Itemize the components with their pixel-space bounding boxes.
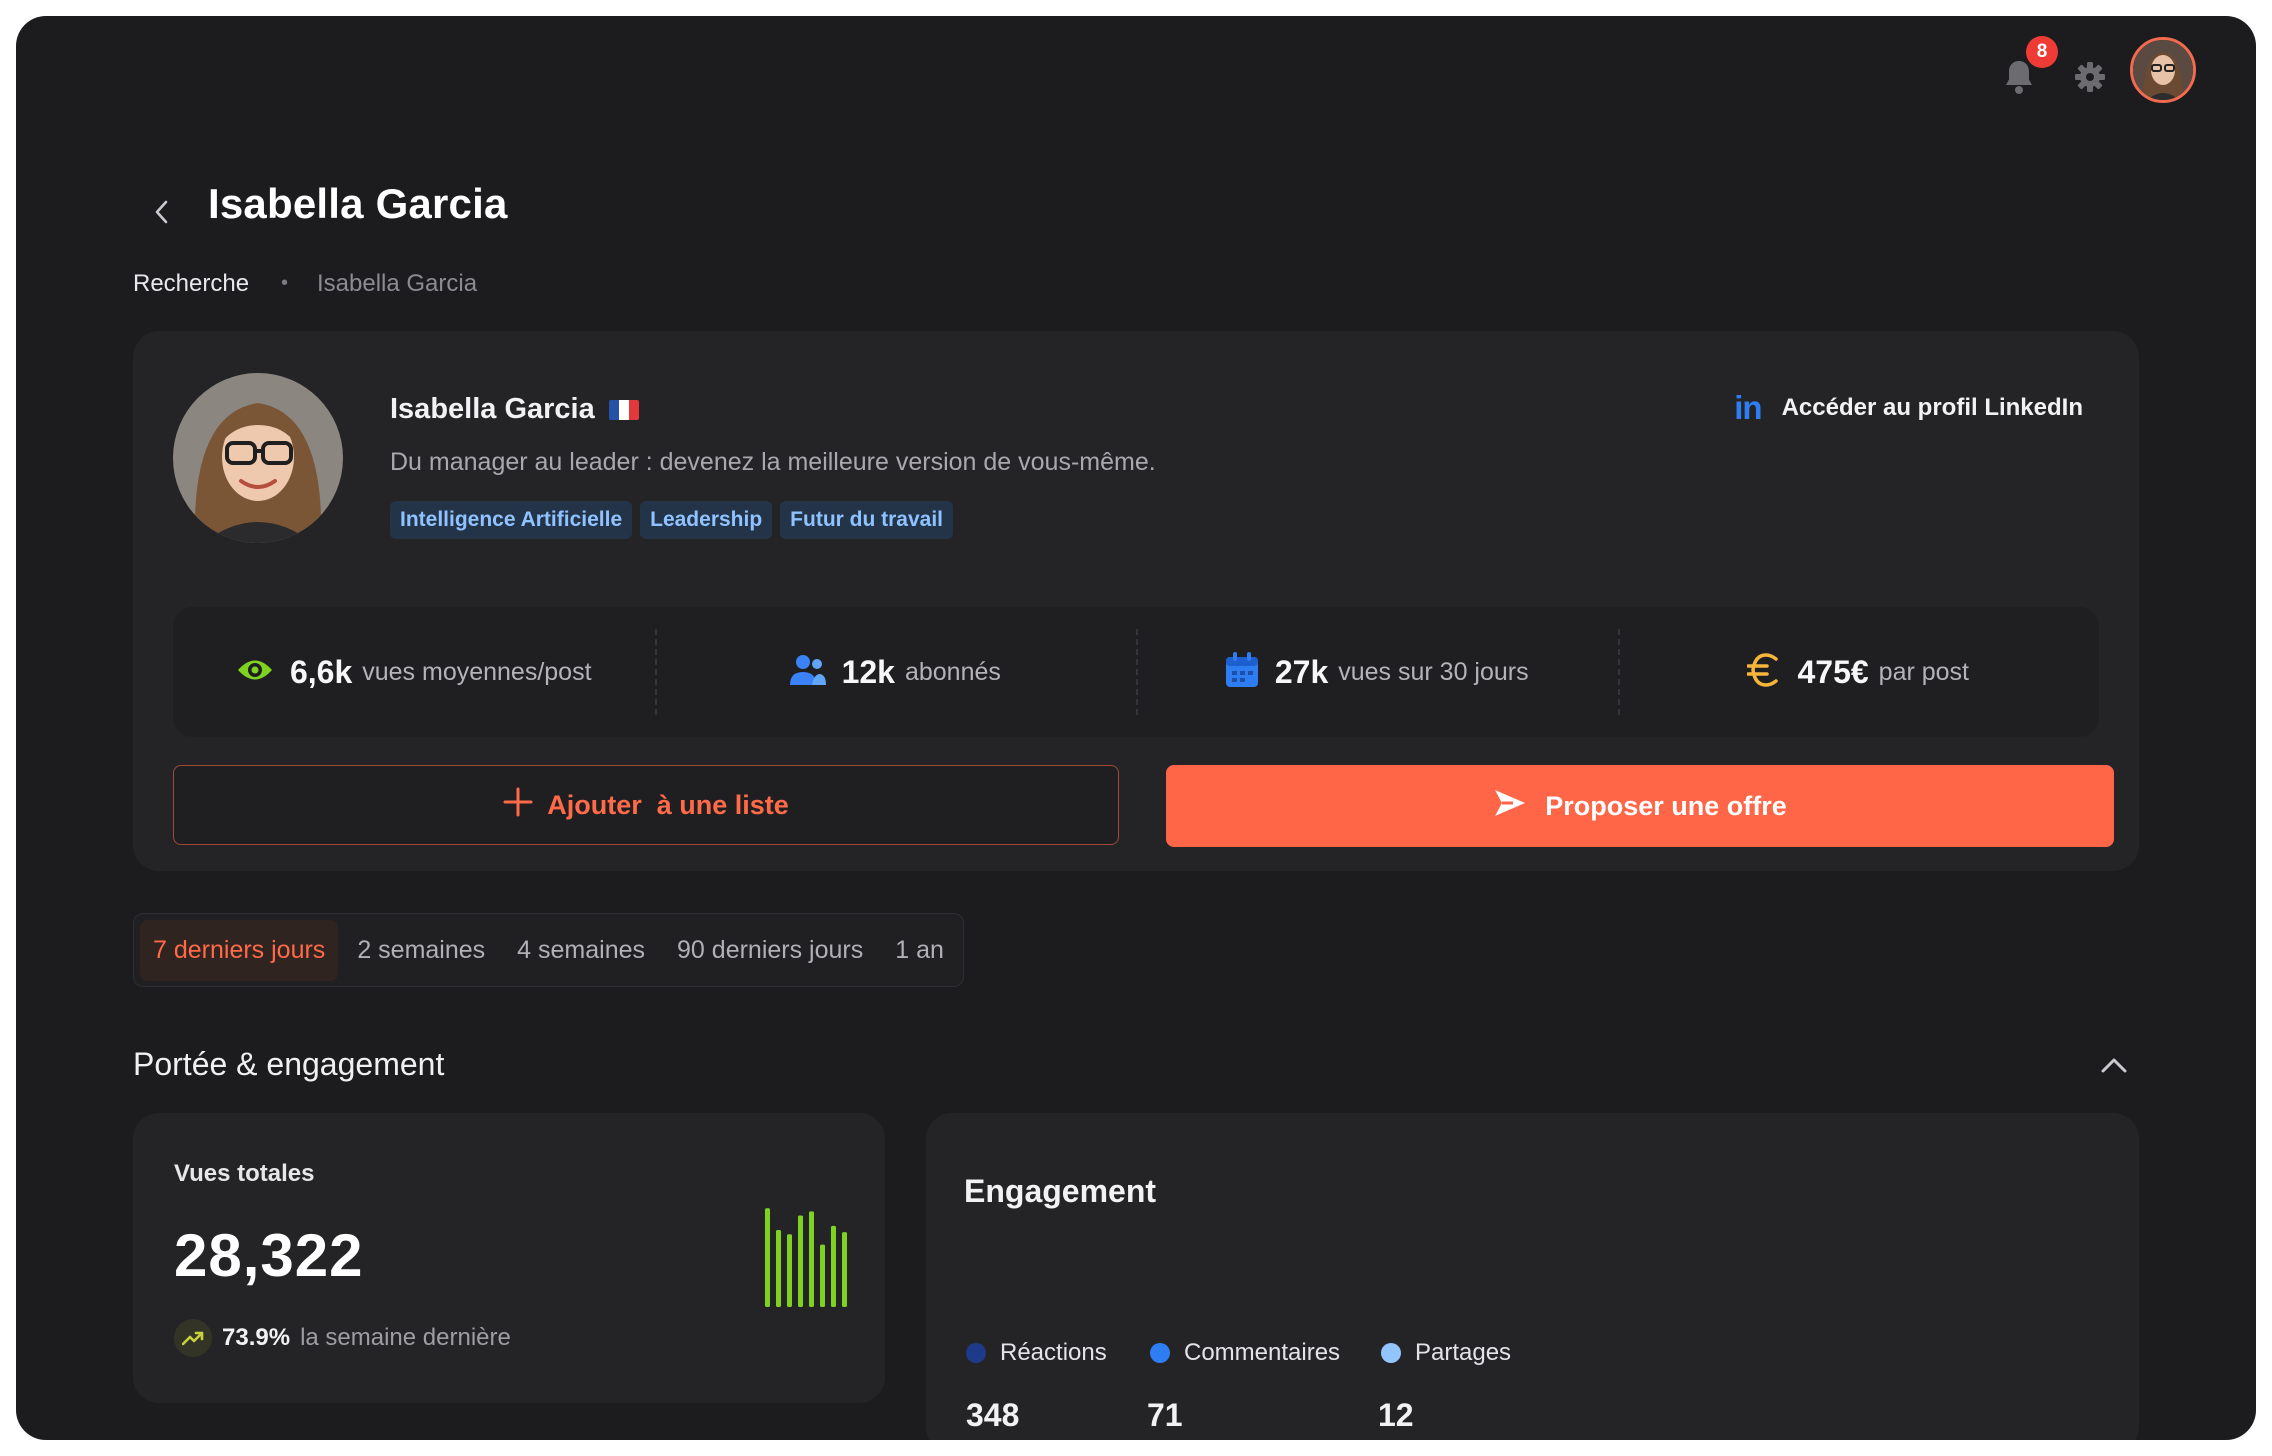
legend-item-comments: Commentaires bbox=[1150, 1339, 1381, 1367]
period-tabs: 7 derniers jours 2 semaines 4 semaines 9… bbox=[133, 913, 964, 987]
trend-up-icon bbox=[174, 1319, 212, 1357]
sparkline-bar bbox=[831, 1225, 836, 1307]
add-to-list-button[interactable]: Ajouter à une liste bbox=[173, 765, 1119, 845]
trend-percent: 73.9% bbox=[222, 1324, 291, 1351]
send-icon bbox=[1493, 788, 1527, 825]
stat-value: 475€ bbox=[1797, 653, 1869, 690]
profile-card: Isabella Garcia Du manager au leader : d… bbox=[133, 331, 2139, 871]
engagement-legend: Réactions Commentaires Partages bbox=[966, 1339, 1511, 1367]
stat-label: vues moyennes/post bbox=[362, 657, 592, 686]
breadcrumb-recherche[interactable]: Recherche bbox=[133, 270, 249, 298]
engagement-title: Engagement bbox=[964, 1173, 1157, 1209]
gear-icon[interactable] bbox=[2067, 54, 2113, 100]
stat-label: par post bbox=[1878, 657, 1970, 686]
total-views-title: Vues totales bbox=[174, 1160, 315, 1187]
section-title: Portée & engagement bbox=[133, 1046, 445, 1082]
comments-value: 71 bbox=[1147, 1397, 1183, 1433]
eye-icon bbox=[236, 657, 274, 688]
tab-7-days[interactable]: 7 derniers jours bbox=[140, 919, 339, 981]
plus-icon bbox=[503, 787, 533, 824]
flag-fr-icon bbox=[608, 399, 639, 420]
stat-label: vues sur 30 jours bbox=[1338, 657, 1529, 686]
sparkline-bar bbox=[776, 1230, 781, 1307]
legend-item-shares: Partages bbox=[1381, 1339, 1511, 1367]
profile-name-text: Isabella Garcia bbox=[390, 393, 595, 425]
legend-label: Réactions bbox=[1000, 1339, 1107, 1366]
calendar-icon bbox=[1225, 651, 1259, 693]
stat-value: 12k bbox=[841, 653, 895, 690]
legend-label: Commentaires bbox=[1184, 1339, 1341, 1366]
breadcrumb-separator: • bbox=[281, 272, 289, 294]
page-title: Isabella Garcia bbox=[208, 180, 508, 227]
linkedin-icon: in bbox=[1734, 389, 1762, 426]
linkedin-link[interactable]: in Accéder au profil LinkedIn bbox=[1734, 389, 2083, 427]
tab-4-weeks[interactable]: 4 semaines bbox=[504, 920, 658, 981]
tab-1-year[interactable]: 1 an bbox=[882, 920, 957, 981]
tag: Futur du travail bbox=[780, 501, 954, 539]
stat-price-per-post: 475€ par post bbox=[1617, 607, 2100, 737]
engagement-card: Engagement Réactions Commentaires Partag… bbox=[926, 1113, 2139, 1440]
tab-90-days[interactable]: 90 derniers jours bbox=[664, 920, 876, 981]
profile-photo bbox=[173, 373, 343, 543]
profile-name: Isabella Garcia bbox=[390, 393, 639, 426]
sparkline-bar bbox=[765, 1208, 770, 1307]
views-sparkline bbox=[765, 1208, 847, 1307]
legend-dot bbox=[966, 1343, 986, 1363]
propose-offer-button[interactable]: Proposer une offre bbox=[1166, 765, 2114, 847]
total-views-card: Vues totales 28,322 73.9% la semaine der… bbox=[133, 1113, 885, 1403]
sparkline-bar bbox=[809, 1211, 814, 1307]
topic-tags: Intelligence Artificielle Leadership Fut… bbox=[390, 501, 954, 539]
legend-label: Partages bbox=[1415, 1339, 1512, 1366]
tag: Intelligence Artificielle bbox=[390, 501, 633, 539]
stat-views-30-days: 27k vues sur 30 jours bbox=[1136, 607, 1618, 737]
profile-headline: Du manager au leader : devenez la meille… bbox=[390, 448, 1156, 476]
stat-followers: 12k abonnés bbox=[654, 607, 1137, 737]
tag: Leadership bbox=[640, 501, 773, 539]
users-icon bbox=[789, 653, 826, 692]
sparkline-bar bbox=[787, 1234, 792, 1307]
app-window: 8 Isabella Garcia Recherche • Isabella G… bbox=[16, 16, 2256, 1440]
stat-avg-views: 6,6k vues moyennes/post bbox=[173, 607, 655, 737]
propose-offer-label: Proposer une offre bbox=[1545, 790, 1787, 821]
notification-badge: 8 bbox=[2026, 36, 2058, 68]
legend-item-reactions: Réactions bbox=[966, 1339, 1150, 1367]
chevron-up-icon[interactable] bbox=[2100, 1056, 2128, 1079]
legend-dot bbox=[1150, 1343, 1170, 1363]
add-to-list-label: Ajouter à une liste bbox=[547, 789, 789, 820]
stat-label: abonnés bbox=[904, 657, 1001, 686]
euro-icon bbox=[1746, 652, 1781, 693]
sparkline-bar bbox=[820, 1244, 825, 1307]
tab-2-weeks[interactable]: 2 semaines bbox=[344, 920, 498, 981]
breadcrumb-current: Isabella Garcia bbox=[317, 270, 478, 297]
stat-value: 27k bbox=[1274, 653, 1329, 690]
back-button[interactable] bbox=[152, 198, 172, 231]
reactions-value: 348 bbox=[966, 1397, 1020, 1433]
shares-value: 12 bbox=[1378, 1397, 1414, 1433]
total-views-value: 28,322 bbox=[174, 1222, 364, 1289]
trend-text: la semaine dernière bbox=[300, 1324, 511, 1351]
legend-dot bbox=[1381, 1343, 1401, 1363]
sparkline-bar bbox=[842, 1232, 847, 1307]
user-avatar[interactable] bbox=[2130, 37, 2196, 103]
sparkline-bar bbox=[798, 1215, 803, 1307]
linkedin-label: Accéder au profil LinkedIn bbox=[1781, 394, 2083, 421]
stat-value: 6,6k bbox=[289, 653, 353, 690]
stats-bar: 6,6k vues moyennes/post 12k abonnés 27k … bbox=[173, 607, 2099, 737]
trend-row: 73.9% la semaine dernière bbox=[174, 1319, 511, 1357]
